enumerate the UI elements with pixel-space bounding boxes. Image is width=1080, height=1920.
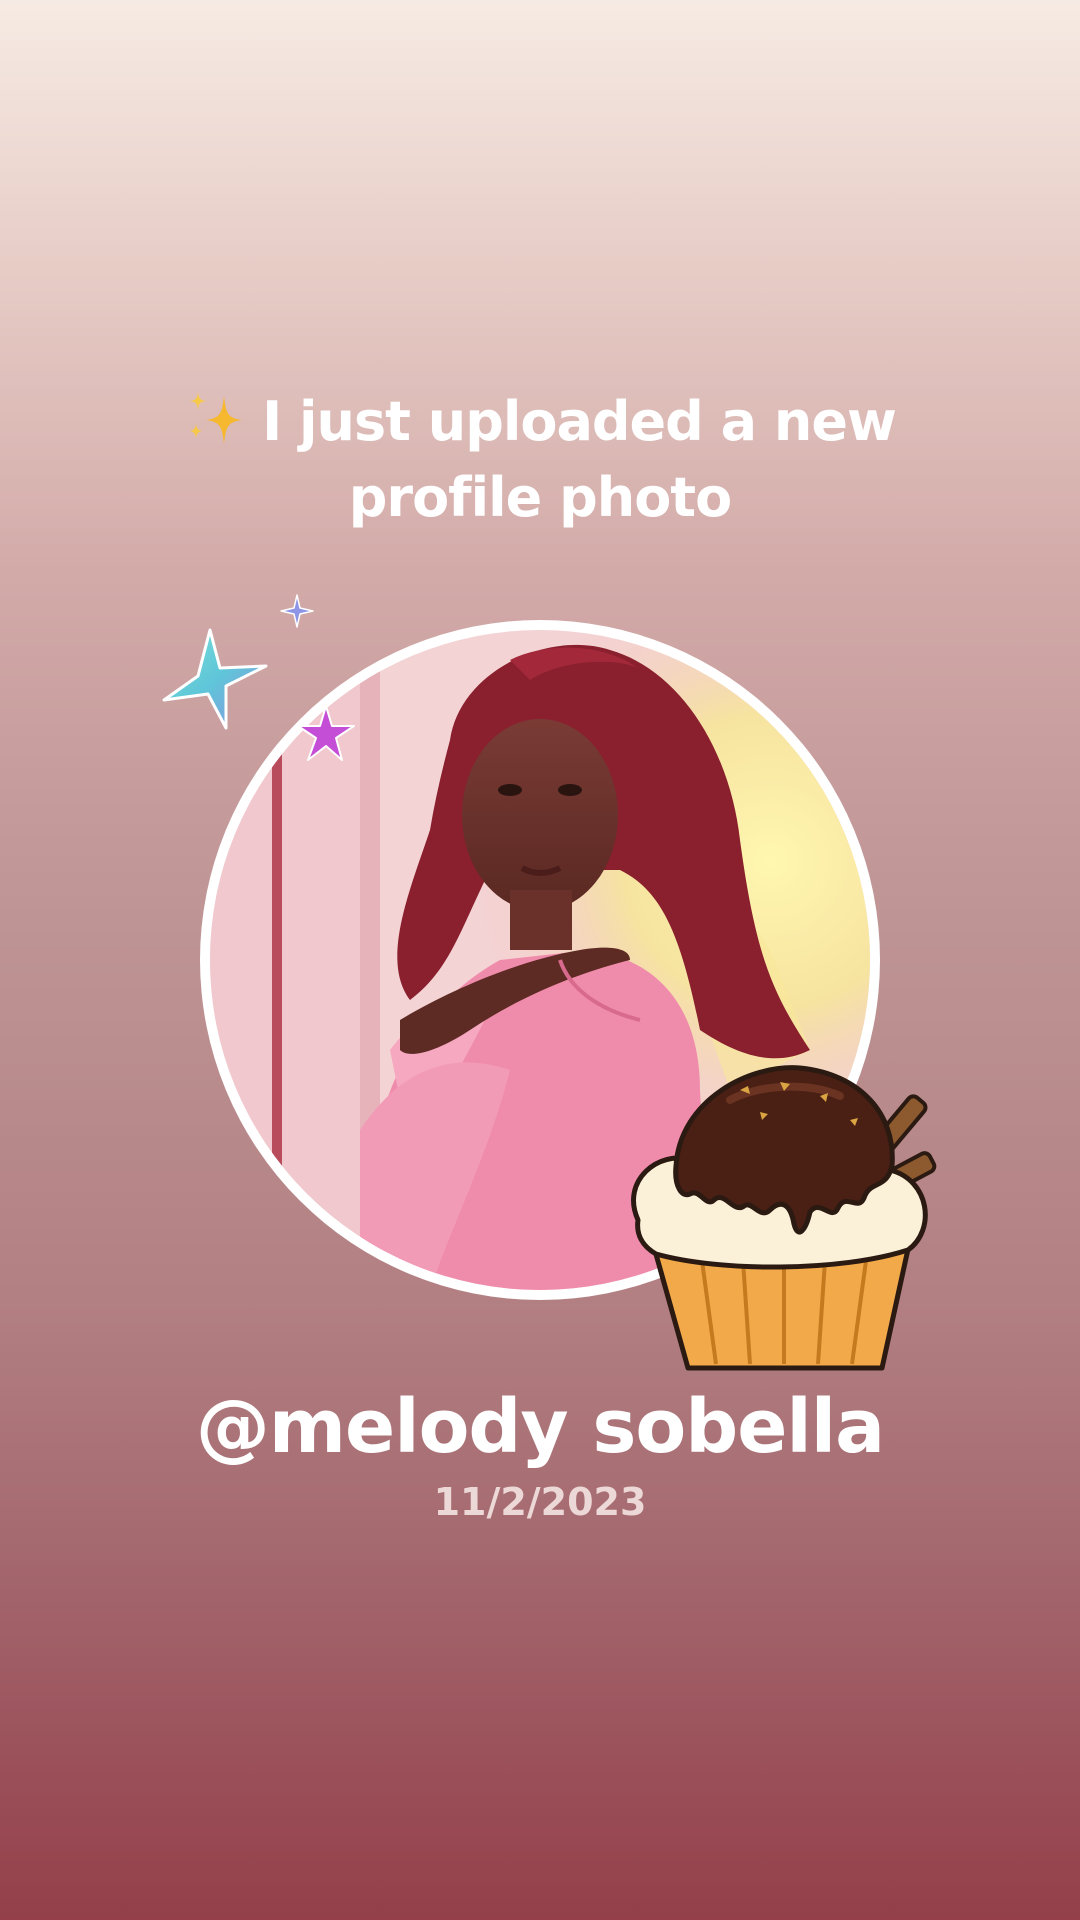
sparkles-icon [184, 390, 246, 446]
purple-star-icon [296, 704, 356, 762]
username: @melody sobella [195, 1384, 885, 1470]
headline: I just uploaded a new profile photo [90, 384, 990, 536]
cupcake-sticker-icon [620, 1050, 970, 1380]
teal-star-icon [158, 624, 272, 734]
post-date: 11/2/2023 [433, 1480, 647, 1524]
headline-text: I just uploaded a new profile photo [262, 390, 897, 529]
blue-star-icon [280, 594, 314, 628]
